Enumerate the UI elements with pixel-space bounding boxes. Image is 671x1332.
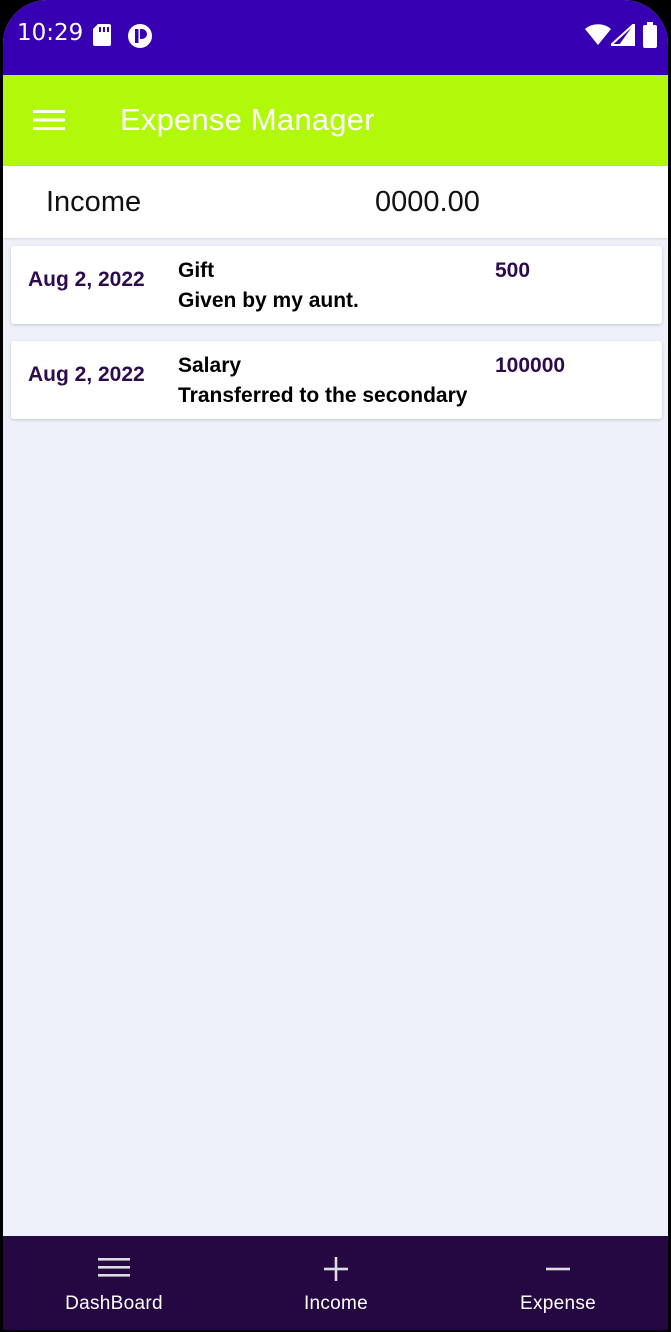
nav-item-dashboard[interactable]: DashBoard xyxy=(3,1236,225,1330)
income-summary: Income 0000.00 xyxy=(3,166,668,238)
app-bar: Expense Manager xyxy=(3,75,668,166)
entry-date: Aug 2, 2022 xyxy=(28,363,145,386)
minus-icon xyxy=(545,1256,571,1287)
entry-description: Transferred to the secondary xyxy=(178,384,468,407)
sd-card-icon xyxy=(93,24,111,51)
app-title: Expense Manager xyxy=(120,102,375,137)
wifi-icon xyxy=(585,24,611,51)
signal-icon xyxy=(608,21,635,51)
nav-label: DashBoard xyxy=(65,1293,163,1314)
entry-amount: 500 xyxy=(495,259,531,282)
phone-screen: 10:29 Expense Manager Income 0000.00 Aug… xyxy=(3,0,668,1330)
bottom-navigation: DashBoard Income Expense xyxy=(3,1236,668,1330)
nav-item-expense[interactable]: Expense xyxy=(447,1236,668,1330)
nav-item-income[interactable]: Income xyxy=(225,1236,447,1330)
entry-description: Given by my aunt. xyxy=(178,289,359,312)
nav-label: Income xyxy=(303,1293,369,1314)
income-label: Income xyxy=(46,186,142,218)
entry-title: Salary xyxy=(178,354,242,377)
status-bar: 10:29 xyxy=(3,0,668,75)
p-icon xyxy=(127,23,153,54)
hamburger-menu-icon[interactable] xyxy=(33,109,65,136)
nav-label: Expense xyxy=(519,1293,597,1314)
entry-amount: 100000 xyxy=(495,354,566,377)
entry-date: Aug 2, 2022 xyxy=(28,268,145,291)
entry-title: Gift xyxy=(178,259,215,282)
income-entry[interactable]: Aug 2, 2022 Gift Given by my aunt. 500 xyxy=(11,246,662,324)
list-icon xyxy=(98,1256,130,1283)
status-time: 10:29 xyxy=(17,20,84,46)
income-entry[interactable]: Aug 2, 2022 Salary Transferred to the se… xyxy=(11,341,662,419)
battery-icon xyxy=(643,22,657,53)
income-total: 0000.00 xyxy=(375,186,480,218)
plus-icon xyxy=(323,1256,349,1287)
